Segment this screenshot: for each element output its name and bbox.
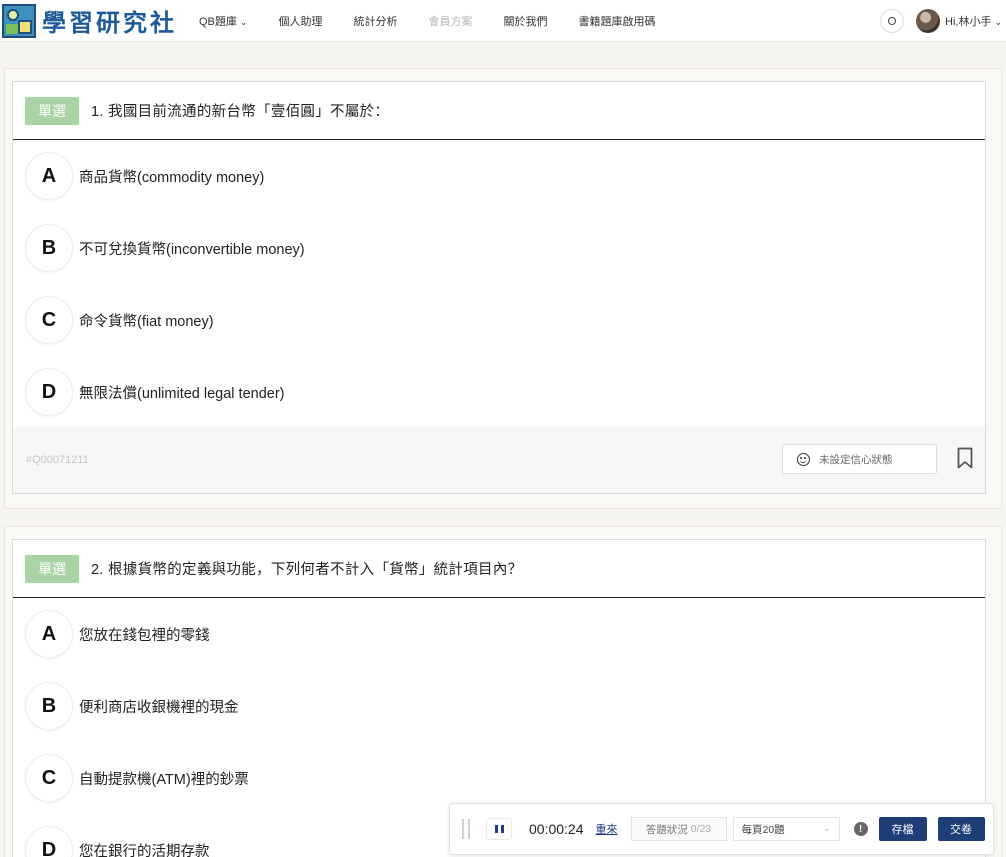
top-navbar: 學習研究社 QB題庫 ⌄ 個人助理 統計分析 會員方案 關於我們 書籍題庫啟用碼 … <box>0 0 1006 42</box>
option-text: 不可兌換貨幣(inconvertible money) <box>79 241 305 258</box>
nav-item-personal-assistant[interactable]: 個人助理 <box>278 13 322 29</box>
nav-item-statistics[interactable]: 統計分析 <box>353 13 397 29</box>
nav-menu: QB題庫 ⌄ 個人助理 統計分析 會員方案 關於我們 書籍題庫啟用碼 <box>199 0 686 42</box>
option-text: 您放在錢包裡的零錢 <box>79 627 210 644</box>
confidence-label: 未設定信心狀態 <box>819 453 893 466</box>
question-text: 1. 我國目前流通的新台幣「壹佰圓」不屬於： <box>91 104 390 120</box>
question-card: 單選 1. 我國目前流通的新台幣「壹佰圓」不屬於： A 商品貨幣(commodi… <box>12 81 986 494</box>
save-button[interactable]: 存檔 <box>878 817 927 841</box>
pause-button[interactable] <box>486 818 512 840</box>
option-letter: C <box>25 296 73 344</box>
chevron-down-icon: ⌄ <box>822 823 831 833</box>
nav-item-about[interactable]: 關於我們 <box>503 13 547 29</box>
submit-exam-button[interactable]: 交卷 <box>937 817 985 841</box>
bookmark-icon[interactable] <box>957 447 973 469</box>
question-header: 單選 2. 根據貨幣的定義與功能，下列何者不計入「貨幣」統計項目內？ <box>13 540 985 598</box>
option-d[interactable]: D 無限法償(unlimited legal tender) <box>13 356 985 428</box>
option-letter: B <box>25 224 73 272</box>
option-a[interactable]: A 您放在錢包裡的零錢 <box>13 598 985 670</box>
option-text: 無限法償(unlimited legal tender) <box>79 385 285 402</box>
question-header: 單選 1. 我國目前流通的新台幣「壹佰圓」不屬於： <box>13 82 985 140</box>
per-page-select[interactable]: 每頁20題 ⌄ <box>732 817 840 841</box>
avatar[interactable] <box>916 9 940 33</box>
pause-icon <box>494 825 504 833</box>
chevron-down-icon: ⌄ <box>239 16 248 27</box>
option-letter: D <box>25 826 73 857</box>
site-logo[interactable]: 學習研究社 <box>2 0 177 42</box>
option-b[interactable]: B 便利商店收銀機裡的現金 <box>13 670 985 742</box>
question-type-badge: 單選 <box>25 554 79 583</box>
nav-item-label: QB題庫 <box>199 15 237 28</box>
nav-item-membership[interactable]: 會員方案 <box>428 13 472 29</box>
user-name: Hi,林小手 <box>945 16 992 28</box>
option-text: 便利商店收銀機裡的現金 <box>79 699 239 716</box>
option-c[interactable]: C 命令貨幣(fiat money) <box>13 284 985 356</box>
per-page-value: 每頁20題 <box>741 823 785 836</box>
search-button[interactable] <box>880 9 904 33</box>
option-letter: A <box>25 610 73 658</box>
question-id: #Q00071211 <box>26 454 89 466</box>
nav-item-activation-code[interactable]: 書籍題庫啟用碼 <box>578 13 655 29</box>
elapsed-timer: 00:00:24 <box>529 821 584 837</box>
restart-link[interactable]: 重來 <box>596 821 618 837</box>
drag-handle-icon[interactable] <box>462 819 470 839</box>
answer-status-button[interactable]: 答題狀況 0/23 <box>630 817 727 841</box>
option-text: 商品貨幣(commodity money) <box>79 169 265 186</box>
option-text: 命令貨幣(fiat money) <box>79 313 214 330</box>
logo-text: 學習研究社 <box>42 8 177 37</box>
option-b[interactable]: B 不可兌換貨幣(inconvertible money) <box>13 212 985 284</box>
smiley-icon <box>797 452 810 466</box>
chevron-down-icon: ⌄ <box>994 17 1002 27</box>
question-type-badge: 單選 <box>25 96 79 125</box>
user-menu[interactable]: Hi,林小手 ⌄ <box>945 13 1002 29</box>
option-letter: A <box>25 152 73 200</box>
search-icon <box>888 17 896 25</box>
option-text: 您在銀行的活期存款 <box>79 843 210 857</box>
question-text: 2. 根據貨幣的定義與功能，下列何者不計入「貨幣」統計項目內？ <box>91 562 523 578</box>
option-text: 自動提款機(ATM)裡的鈔票 <box>79 771 249 788</box>
info-icon[interactable]: ! <box>853 822 868 836</box>
answer-status-label: 答題狀況 <box>645 823 688 836</box>
option-letter: D <box>25 368 73 416</box>
nav-item-qb-bank[interactable]: QB題庫 ⌄ <box>199 13 247 29</box>
exam-toolbar: 00:00:24 重來 答題狀況 0/23 每頁20題 ⌄ ! 存檔 交卷 <box>449 803 994 855</box>
logo-icon <box>2 3 36 38</box>
question-footer: #Q00071211 未設定信心狀態 <box>13 427 985 493</box>
option-a[interactable]: A 商品貨幣(commodity money) <box>13 140 985 212</box>
option-letter: B <box>25 682 73 730</box>
option-letter: C <box>25 754 73 802</box>
confidence-button[interactable]: 未設定信心狀態 <box>782 444 937 474</box>
answer-status-count: 0/23 <box>690 823 712 835</box>
